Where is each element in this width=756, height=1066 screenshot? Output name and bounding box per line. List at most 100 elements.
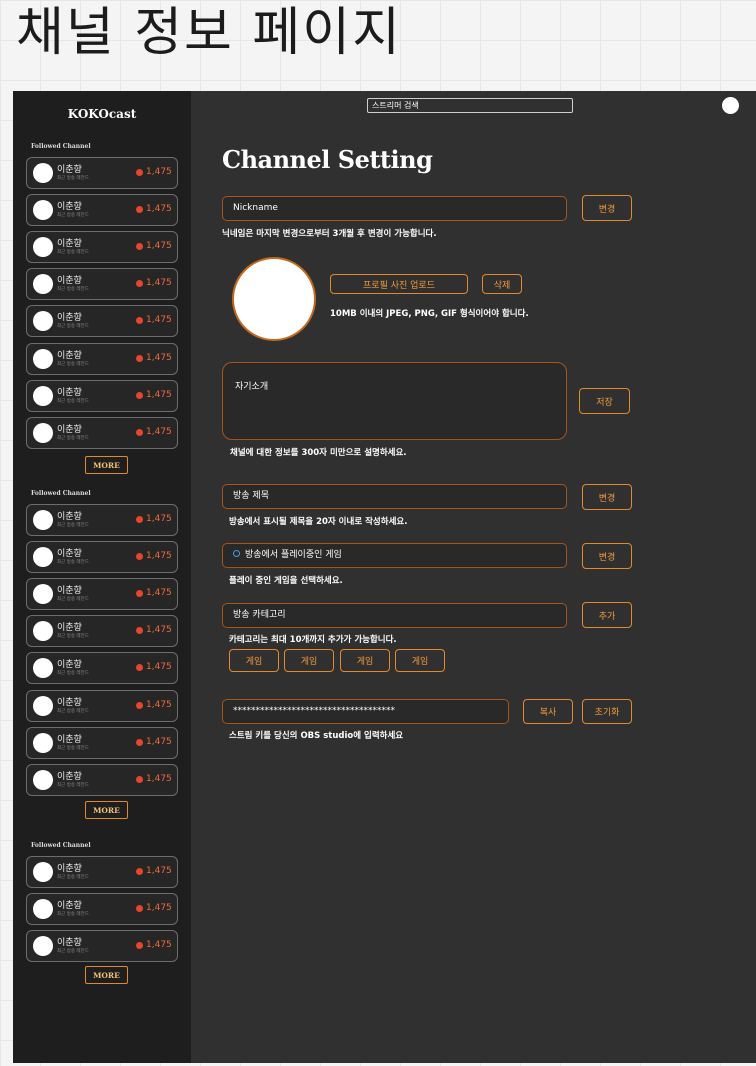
channel-item[interactable]: 이춘향 최근 방송 레전드 1,475 (26, 615, 178, 647)
channel-subtitle: 최근 방송 레전드 (57, 597, 89, 602)
channel-item[interactable]: 이춘향 최근 방송 레전드 1,475 (26, 380, 178, 412)
page-title: Channel Setting (222, 145, 433, 174)
stream-key-help: 스트림 키를 당신의 OBS studio에 입력하세요 (229, 731, 404, 741)
live-dot-icon (136, 429, 143, 436)
viewer-count: 1,475 (146, 315, 172, 325)
channel-name: 이춘향 (57, 698, 82, 708)
channel-subtitle: 최근 방송 레전드 (57, 709, 89, 714)
channel-item[interactable]: 이춘향 최근 방송 레전드 1,475 (26, 727, 178, 759)
category-tag[interactable]: 게임 (229, 649, 279, 672)
channel-item[interactable]: 이춘향 최근 방송 레전드 1,475 (26, 893, 178, 925)
profile-delete-button[interactable]: 삭제 (482, 274, 522, 294)
channel-avatar (33, 862, 53, 882)
channel-subtitle: 최근 방송 레전드 (57, 436, 89, 441)
live-dot-icon (136, 317, 143, 324)
stream-key-reset-button[interactable]: 초기화 (582, 699, 632, 724)
channel-avatar (33, 696, 53, 716)
live-dot-icon (136, 169, 143, 176)
channel-name: 이춘향 (57, 388, 82, 398)
stream-title-change-button[interactable]: 변경 (582, 484, 632, 510)
viewer-count: 1,475 (146, 427, 172, 437)
intro-textarea[interactable]: 자기소개 (222, 362, 567, 440)
channel-subtitle: 최근 방송 레전드 (57, 634, 89, 639)
channel-name: 이춘향 (57, 586, 82, 596)
channel-avatar (33, 274, 53, 294)
game-change-button[interactable]: 변경 (582, 543, 632, 569)
channel-name: 이춘향 (57, 239, 82, 249)
channel-subtitle: 최근 방송 레전드 (57, 783, 89, 788)
channel-subtitle: 최근 방송 레전드 (57, 324, 89, 329)
live-dot-icon (136, 905, 143, 912)
channel-item[interactable]: 이춘향 최근 방송 레전드 1,475 (26, 764, 178, 796)
stream-title-field[interactable]: 방송 제목 (222, 484, 567, 509)
page-heading: 채널 정보 페이지 (16, 3, 402, 63)
channel-item[interactable]: 이춘향 최근 방송 레전드 1,475 (26, 652, 178, 684)
user-avatar[interactable] (722, 97, 739, 114)
channel-name: 이춘향 (57, 351, 82, 361)
channel-item[interactable]: 이춘향 최근 방송 레전드 1,475 (26, 305, 178, 337)
live-dot-icon (136, 553, 143, 560)
channel-avatar (33, 349, 53, 369)
logo[interactable]: KOKOcast (13, 107, 191, 121)
live-dot-icon (136, 516, 143, 523)
category-field[interactable]: 방송 카테고리 (222, 603, 567, 628)
channel-item[interactable]: 이춘향 최근 방송 레전드 1,475 (26, 856, 178, 888)
channel-item[interactable]: 이춘향 최근 방송 레전드 1,475 (26, 268, 178, 300)
profile-upload-button[interactable]: 프로필 사진 업로드 (330, 274, 468, 294)
category-tag[interactable]: 게임 (284, 649, 334, 672)
channel-name: 이춘향 (57, 901, 82, 911)
channel-item[interactable]: 이춘향 최근 방송 레전드 1,475 (26, 194, 178, 226)
channel-name: 이춘향 (57, 735, 82, 745)
viewer-count: 1,475 (146, 278, 172, 288)
channel-item[interactable]: 이춘향 최근 방송 레전드 1,475 (26, 578, 178, 610)
channel-avatar (33, 311, 53, 331)
channel-item[interactable]: 이춘향 최근 방송 레전드 1,475 (26, 157, 178, 189)
channel-name: 이춘향 (57, 938, 82, 948)
channel-subtitle: 최근 방송 레전드 (57, 560, 89, 565)
live-dot-icon (136, 392, 143, 399)
channel-item[interactable]: 이춘향 최근 방송 레전드 1,475 (26, 541, 178, 573)
channel-name: 이춘향 (57, 660, 82, 670)
section-title: Followed Channel (31, 842, 91, 849)
viewer-count: 1,475 (146, 662, 172, 672)
category-add-button[interactable]: 추가 (582, 602, 632, 628)
category-tag[interactable]: 게임 (340, 649, 390, 672)
channel-item[interactable]: 이춘향 최근 방송 레전드 1,475 (26, 231, 178, 263)
game-search-field[interactable]: 방송에서 플레이중인 게임 (222, 543, 567, 568)
viewer-count: 1,475 (146, 514, 172, 524)
channel-item[interactable]: 이춘향 최근 방송 레전드 1,475 (26, 343, 178, 375)
viewer-count: 1,475 (146, 204, 172, 214)
viewer-count: 1,475 (146, 625, 172, 635)
channel-avatar (33, 510, 53, 530)
viewer-count: 1,475 (146, 551, 172, 561)
channel-item[interactable]: 이춘향 최근 방송 레전드 1,475 (26, 690, 178, 722)
intro-save-button[interactable]: 저장 (579, 388, 630, 414)
viewer-count: 1,475 (146, 241, 172, 251)
stream-key-field[interactable]: ************************************ (222, 699, 509, 724)
category-tag[interactable]: 게임 (395, 649, 445, 672)
channel-item[interactable]: 이춘향 최근 방송 레전드 1,475 (26, 930, 178, 962)
live-dot-icon (136, 868, 143, 875)
channel-item[interactable]: 이춘향 최근 방송 레전드 1,475 (26, 417, 178, 449)
channel-avatar (33, 584, 53, 604)
search-icon (233, 550, 240, 557)
more-button[interactable]: MORE (85, 801, 128, 819)
viewer-count: 1,475 (146, 940, 172, 950)
profile-image (232, 257, 316, 341)
channel-subtitle: 최근 방송 레전드 (57, 912, 89, 917)
section-title: Followed Channel (31, 143, 91, 150)
streamer-search-input[interactable] (367, 98, 573, 113)
section-title: Followed Channel (31, 490, 91, 497)
more-button[interactable]: MORE (85, 966, 128, 984)
channel-name: 이춘향 (57, 772, 82, 782)
viewer-count: 1,475 (146, 390, 172, 400)
channel-avatar (33, 899, 53, 919)
channel-avatar (33, 770, 53, 790)
category-help: 카테고리는 최대 10개까지 추가가 가능합니다. (229, 635, 397, 645)
channel-item[interactable]: 이춘향 최근 방송 레전드 1,475 (26, 504, 178, 536)
nickname-change-button[interactable]: 변경 (582, 195, 632, 221)
channel-name: 이춘향 (57, 549, 82, 559)
stream-key-copy-button[interactable]: 복사 (523, 699, 573, 724)
more-button[interactable]: MORE (85, 456, 128, 474)
nickname-field[interactable]: Nickname (222, 196, 567, 221)
